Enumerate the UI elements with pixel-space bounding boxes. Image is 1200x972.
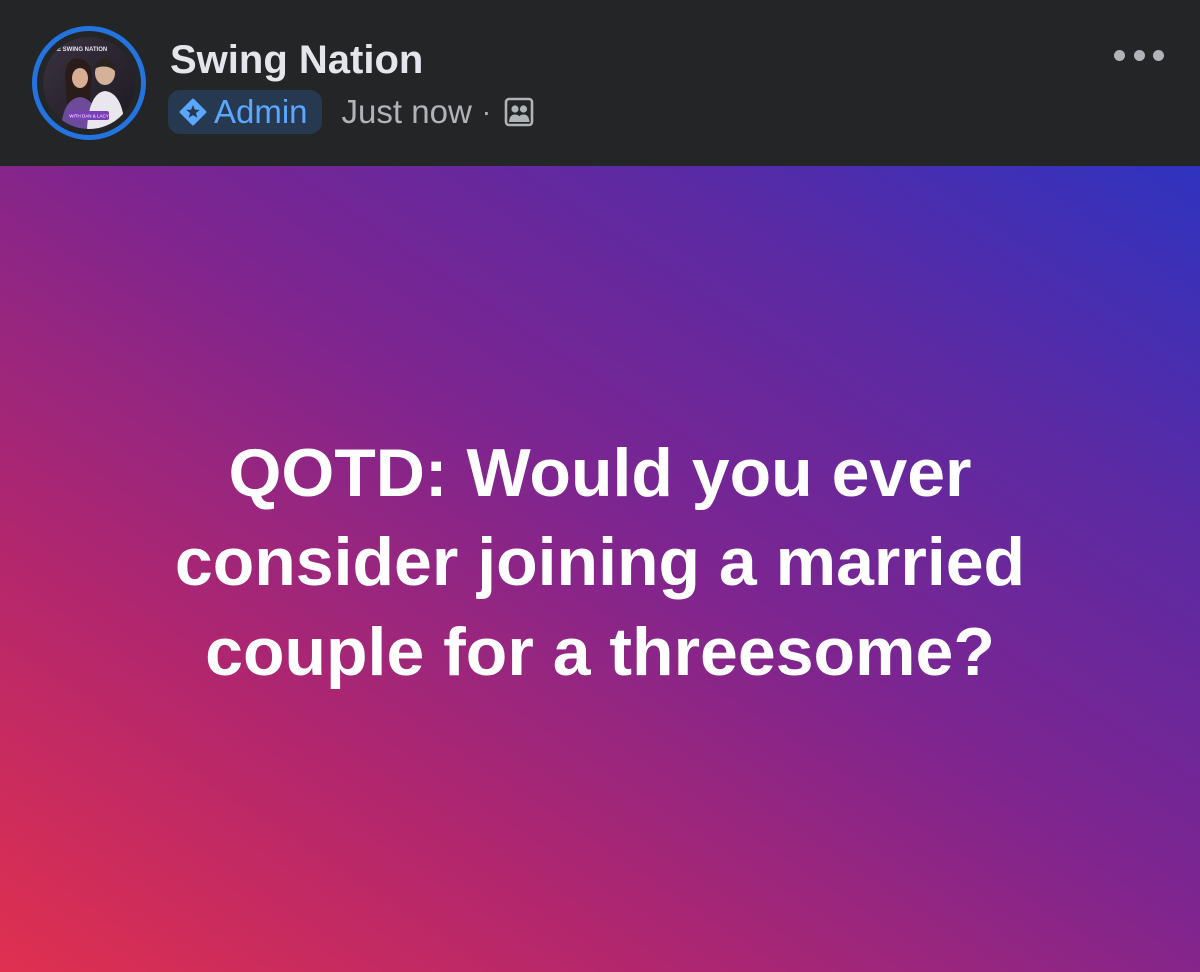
more-options-icon[interactable] — [1114, 40, 1164, 70]
group-avatar[interactable]: THE SWING NATION WITH DAN & LACY — [43, 37, 135, 129]
more-dot — [1153, 49, 1164, 61]
post-text: QOTD: Would you ever consider joining a … — [174, 435, 1026, 690]
admin-badge-label: Admin — [214, 93, 308, 130]
post-card: THE SWING NATION WITH DAN & LACY Swing N… — [0, 0, 1200, 972]
group-avatar-ring[interactable]: THE SWING NATION WITH DAN & LACY — [32, 26, 146, 140]
group-members-icon[interactable] — [503, 96, 535, 128]
meta-separator: · — [481, 96, 492, 127]
avatar-logo-text: THE SWING NATION — [49, 47, 107, 53]
post-meta: Admin Just now · — [168, 90, 535, 134]
post-header: THE SWING NATION WITH DAN & LACY Swing N… — [0, 0, 1200, 166]
more-dot — [1133, 49, 1145, 61]
admin-star-icon — [178, 97, 208, 127]
admin-badge[interactable]: Admin — [168, 90, 322, 134]
group-avatar-image: THE SWING NATION WITH DAN & LACY — [43, 37, 135, 129]
avatar-caption-text: WITH DAN & LACY — [69, 114, 109, 119]
group-name-link[interactable]: Swing Nation — [170, 36, 423, 84]
post-timestamp[interactable]: Just now — [342, 90, 472, 134]
post-background[interactable]: QOTD: Would you ever consider joining a … — [0, 166, 1200, 972]
more-dot — [1114, 49, 1125, 61]
